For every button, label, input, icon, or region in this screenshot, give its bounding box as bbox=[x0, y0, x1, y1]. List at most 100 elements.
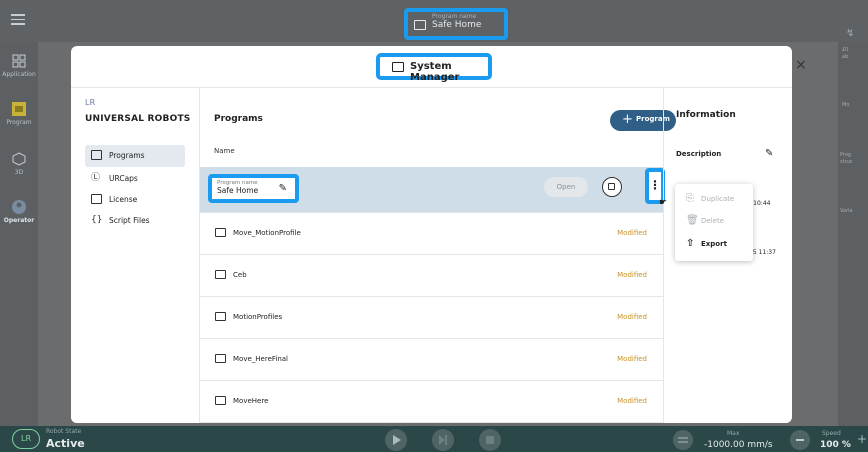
stop-button[interactable] bbox=[479, 429, 501, 451]
speed-increase-icon[interactable]: + bbox=[857, 432, 867, 446]
plus-icon: + bbox=[622, 112, 633, 127]
save-icon bbox=[608, 183, 615, 190]
right-rail-text-5: struc bbox=[840, 159, 853, 165]
rail-program[interactable]: Program bbox=[0, 102, 38, 126]
play-button[interactable] bbox=[385, 429, 407, 451]
folder-icon bbox=[392, 62, 404, 72]
program-name-value: Safe Home bbox=[432, 20, 482, 30]
robot-state-value: Active bbox=[46, 437, 85, 450]
program-row-selected[interactable]: Program name Safe Home ✎ Open ⋮ bbox=[200, 167, 665, 213]
folder-icon bbox=[414, 20, 426, 30]
robot-state-label: Robot State bbox=[46, 428, 82, 435]
program-row-name: MotionProfiles bbox=[233, 313, 283, 321]
pencil-icon[interactable]: ✎ bbox=[279, 183, 287, 194]
script-icon: {} bbox=[91, 215, 103, 225]
program-row[interactable]: MoveHere Modified bbox=[200, 381, 663, 423]
dialog-title-text: System Manager bbox=[410, 61, 460, 83]
program-row[interactable]: Move_MotionProfile Modified bbox=[200, 213, 663, 255]
urcaps-icon: Ⓛ bbox=[91, 173, 101, 183]
logo-text: UNIVERSAL ROBOTS bbox=[85, 114, 191, 124]
program-row-name: MoveHere bbox=[233, 397, 269, 405]
folder-icon bbox=[91, 150, 102, 160]
file-icon bbox=[215, 228, 226, 237]
export-icon: ⇧ bbox=[686, 238, 695, 249]
program-name-edit-field[interactable]: Program name Safe Home ✎ bbox=[208, 174, 299, 203]
top-program-name[interactable]: Program name Safe Home bbox=[404, 8, 508, 40]
right-rail-text-1: £0 bbox=[842, 47, 849, 53]
rail-application[interactable]: Application bbox=[0, 54, 38, 78]
hand-cursor-icon: ☛ bbox=[659, 198, 668, 208]
file-icon bbox=[215, 396, 226, 405]
dialog-sidebar: LR UNIVERSAL ROBOTS Programs Ⓛ URCaps Li… bbox=[71, 88, 200, 423]
speed-decrease-button[interactable] bbox=[790, 430, 810, 450]
rail-operator-label: Operator bbox=[3, 217, 35, 224]
status-badge: Modified bbox=[617, 355, 647, 363]
nav-urcaps[interactable]: Ⓛ URCaps bbox=[85, 168, 185, 190]
file-icon bbox=[215, 270, 226, 279]
description-label: Description bbox=[676, 150, 722, 158]
right-rail-icon[interactable]: ↯ bbox=[846, 28, 854, 39]
nav-label: URCaps bbox=[109, 174, 138, 183]
nav-label: License bbox=[109, 195, 138, 204]
operator-icon bbox=[12, 200, 26, 214]
max-speed-value: -1000.00 mm/s bbox=[704, 440, 773, 450]
rail-3d-label: 3D bbox=[14, 169, 24, 176]
minus-icon bbox=[796, 439, 804, 441]
step-icon bbox=[439, 435, 447, 445]
menu-duplicate-label: Duplicate bbox=[701, 195, 735, 203]
play-icon bbox=[393, 435, 401, 445]
program-row[interactable]: MotionProfiles Modified bbox=[200, 297, 663, 339]
menu-delete[interactable]: 🗑 Delete bbox=[686, 215, 724, 227]
logo-mark: LR bbox=[85, 98, 96, 107]
ur-logo-icon: LR bbox=[12, 429, 40, 449]
dialog-header: System Manager bbox=[71, 46, 792, 88]
top-bar: Program name Safe Home bbox=[0, 0, 868, 42]
max-speed-label: Max bbox=[727, 430, 740, 437]
nav-programs[interactable]: Programs bbox=[85, 145, 185, 167]
programs-title: Programs bbox=[214, 114, 263, 124]
menu-export-label: Export bbox=[701, 240, 727, 248]
speed-slider-button[interactable] bbox=[673, 430, 693, 450]
nav-script-files[interactable]: {} Script Files bbox=[85, 210, 185, 232]
save-button[interactable] bbox=[602, 177, 622, 197]
right-rail-text-4: Prog bbox=[840, 152, 852, 158]
menu-export[interactable]: ⇧ Export bbox=[686, 238, 727, 250]
nav-label: Programs bbox=[109, 151, 145, 160]
rail-application-label: Application bbox=[2, 71, 36, 78]
right-rail-text-6: Varia bbox=[840, 208, 853, 214]
dialog-title: System Manager bbox=[376, 53, 492, 83]
cube-icon bbox=[12, 152, 26, 166]
program-name-label: Program name bbox=[432, 13, 477, 20]
slider-icon bbox=[678, 437, 688, 443]
duplicate-icon: ⎘ bbox=[686, 193, 694, 204]
right-rail-text-2: ab bbox=[842, 54, 849, 60]
status-badge: Modified bbox=[617, 313, 647, 321]
menu-delete-label: Delete bbox=[701, 217, 724, 225]
program-row[interactable]: Ceb Modified bbox=[200, 255, 663, 297]
file-icon bbox=[215, 354, 226, 363]
programs-panel: Programs + Program Name Program name Saf… bbox=[200, 88, 676, 423]
speed-label: Speed bbox=[822, 430, 841, 437]
rail-3d[interactable]: 3D bbox=[0, 152, 38, 176]
speed-value: 100 % bbox=[820, 440, 851, 450]
close-icon[interactable]: × bbox=[795, 58, 807, 72]
trash-icon: 🗑 bbox=[686, 215, 699, 226]
document-icon bbox=[91, 194, 102, 204]
status-badge: Modified bbox=[617, 229, 647, 237]
program-list: Program name Safe Home ✎ Open ⋮ Move_Mot… bbox=[200, 167, 665, 423]
pencil-icon[interactable]: ✎ bbox=[765, 148, 773, 159]
open-button[interactable]: Open bbox=[544, 177, 588, 197]
information-title: Information bbox=[676, 110, 736, 120]
program-row[interactable]: Move_HereFinal Modified bbox=[200, 339, 663, 381]
hamburger-menu-icon[interactable] bbox=[11, 14, 25, 26]
stop-icon bbox=[486, 436, 494, 444]
status-badge: Modified bbox=[617, 271, 647, 279]
program-icon bbox=[12, 102, 26, 116]
context-menu: ⎘ Duplicate 🗑 Delete ⇧ Export bbox=[675, 184, 753, 261]
column-header-name: Name bbox=[214, 147, 235, 155]
status-badge: Modified bbox=[617, 397, 647, 405]
step-button[interactable] bbox=[432, 429, 454, 451]
rail-operator[interactable]: Operator bbox=[0, 200, 38, 224]
nav-license[interactable]: License bbox=[85, 189, 185, 211]
menu-duplicate[interactable]: ⎘ Duplicate bbox=[686, 193, 734, 205]
